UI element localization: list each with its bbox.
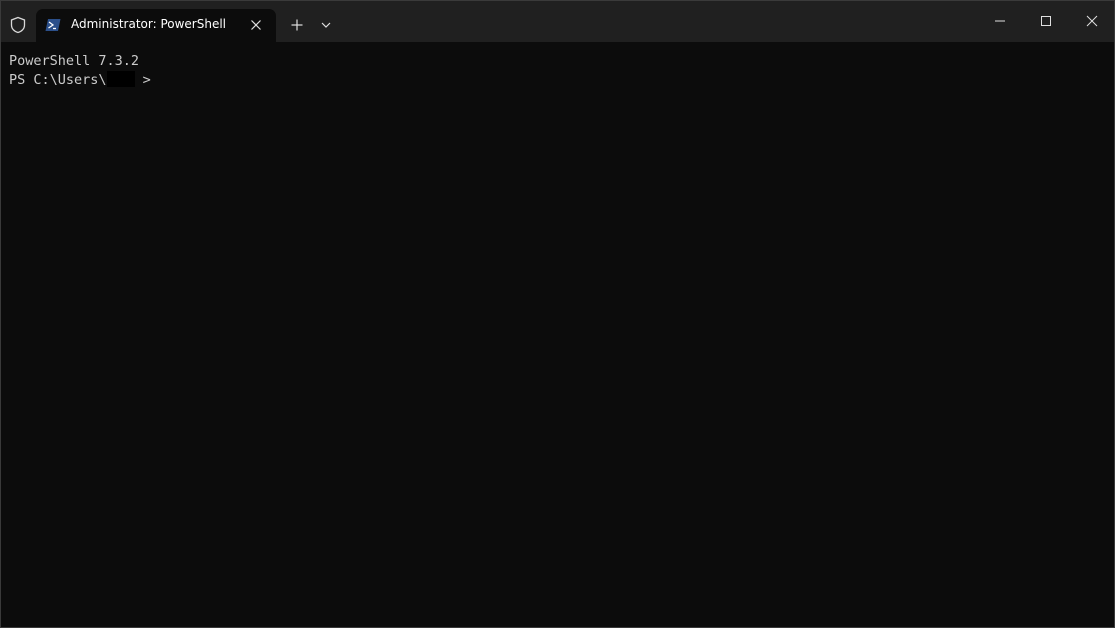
powershell-icon — [45, 19, 61, 31]
redacted-username — [106, 71, 135, 87]
close-icon — [251, 20, 261, 30]
chevron-down-icon — [321, 22, 331, 28]
plus-icon — [291, 19, 303, 31]
tab-powershell[interactable]: Administrator: PowerShell — [36, 9, 276, 42]
version-line: PowerShell 7.3.2 — [9, 53, 140, 69]
close-tab-button[interactable] — [246, 15, 266, 35]
maximize-button[interactable] — [1023, 1, 1069, 41]
tab-title: Administrator: PowerShell — [71, 17, 227, 31]
close-icon — [1086, 15, 1098, 27]
terminal-window: Administrator: PowerShell PowerShell 7.3… — [0, 0, 1115, 628]
shield-icon — [10, 16, 26, 34]
prompt-suffix: > — [134, 72, 151, 88]
terminal-output[interactable]: PowerShell 7.3.2 PS C:\Users\ > — [1, 42, 1114, 627]
minimize-icon — [995, 20, 1005, 22]
prompt-line: PS C:\Users\ > — [9, 71, 1114, 90]
prompt-prefix: PS C:\Users\ — [9, 72, 107, 88]
maximize-icon — [1041, 16, 1051, 26]
title-bar: Administrator: PowerShell — [1, 1, 1114, 42]
minimize-button[interactable] — [977, 1, 1023, 41]
close-window-button[interactable] — [1069, 1, 1114, 41]
tab-dropdown-button[interactable] — [314, 12, 338, 38]
new-tab-button[interactable] — [283, 12, 311, 38]
